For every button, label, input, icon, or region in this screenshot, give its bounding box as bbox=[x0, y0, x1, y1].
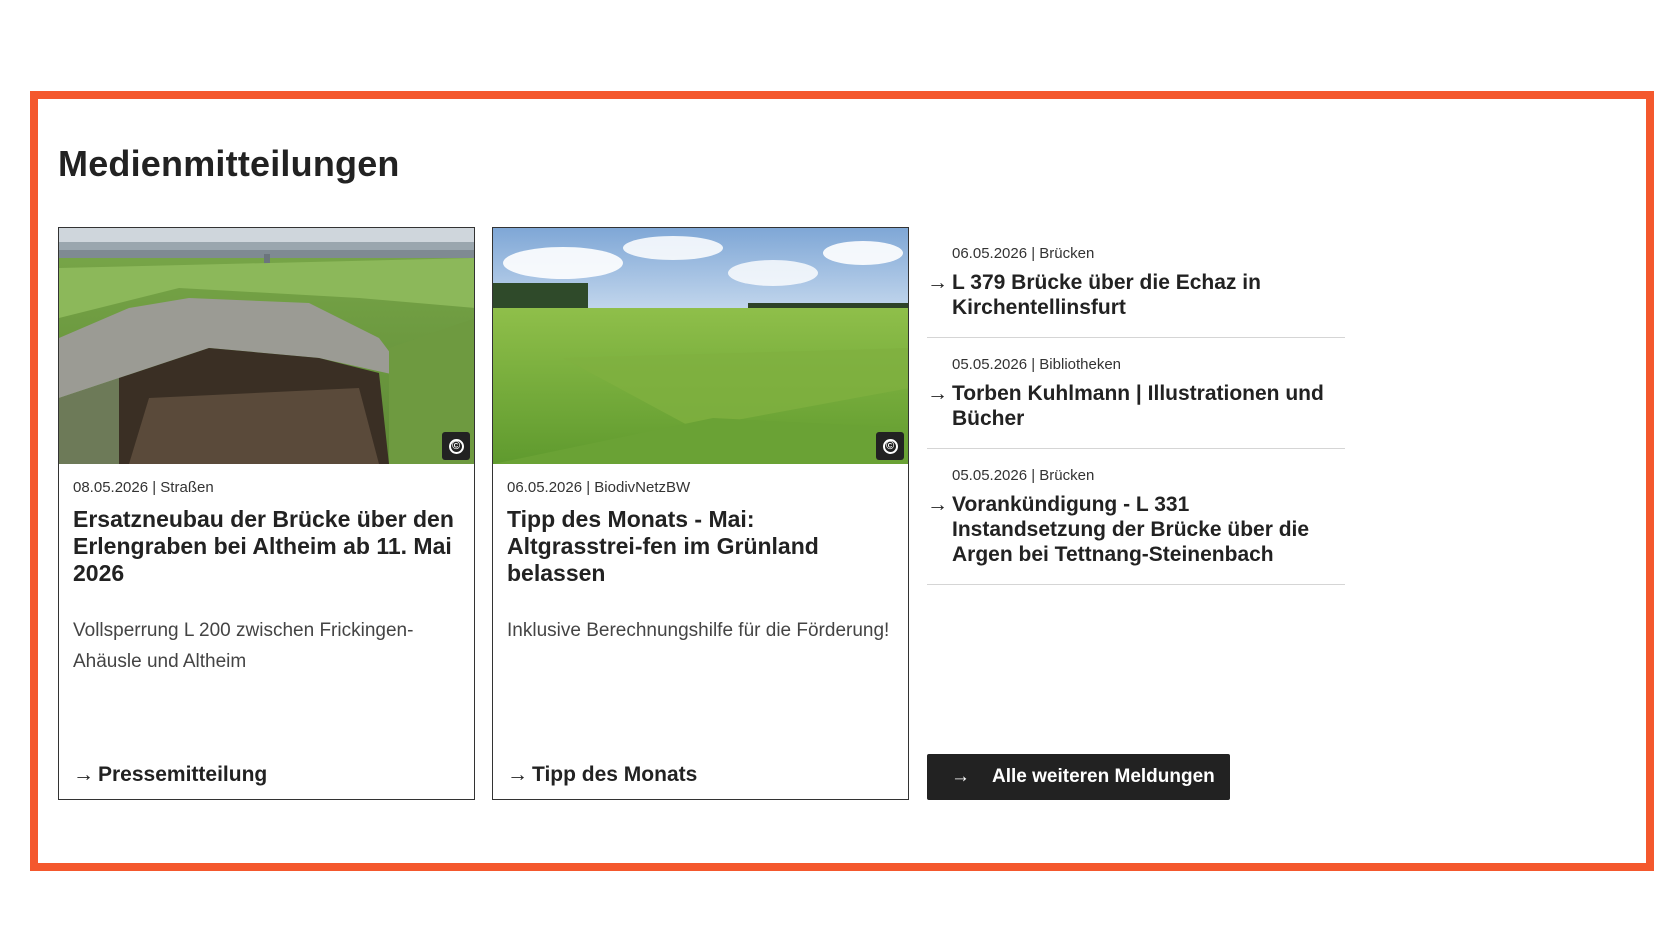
news-title: Vorankündigung - L 331 Instandsetzung de… bbox=[952, 493, 1310, 566]
card-teaser: Vollsperrung L 200 zwischen Frickingen-A… bbox=[73, 620, 414, 672]
card-image-bridge: © bbox=[59, 228, 474, 464]
news-item[interactable]: 06.05.2026 | Brücken → L 379 Brücke über… bbox=[927, 227, 1345, 338]
card-teaser: Inklusive Berechnungshilfe für die Förde… bbox=[507, 620, 890, 641]
card-link-pressemitteilung[interactable]: → Pressemitteilung bbox=[73, 763, 267, 787]
news-list: 06.05.2026 | Brücken → L 379 Brücke über… bbox=[927, 227, 1345, 585]
card-link-label: Pressemitteilung bbox=[98, 763, 268, 786]
card-title[interactable]: Tipp des Monats - Mai: Altgrasstrei-fen … bbox=[507, 506, 894, 587]
all-news-button-label: Alle weiteren Meldungen bbox=[992, 766, 1215, 787]
news-title-link[interactable]: → Vorankündigung - L 331 Instandsetzung … bbox=[927, 492, 1345, 567]
news-item[interactable]: 05.05.2026 | Brücken → Vorankündigung - … bbox=[927, 449, 1345, 585]
news-meta: 05.05.2026 | Brücken bbox=[952, 467, 1095, 484]
card-image-grassland: © bbox=[493, 228, 908, 464]
card-link-tipp-des-monats[interactable]: → Tipp des Monats bbox=[507, 763, 697, 787]
arrow-right-icon: → bbox=[73, 763, 94, 786]
news-item[interactable]: 05.05.2026 | Bibliotheken → Torben Kuhlm… bbox=[927, 338, 1345, 449]
news-title: L 379 Brücke über die Echaz in Kirchente… bbox=[952, 271, 1261, 319]
arrow-right-icon: → bbox=[951, 766, 970, 787]
arrow-right-icon: → bbox=[927, 493, 948, 516]
news-title: Torben Kuhlmann | Illustrationen und Büc… bbox=[952, 382, 1324, 430]
copyright-icon[interactable]: © bbox=[442, 432, 470, 460]
all-news-button[interactable]: → Alle weiteren Meldungen bbox=[927, 754, 1230, 800]
news-card-bridge[interactable]: © 08.05.2026 | Straßen Ersatzneubau der … bbox=[58, 227, 475, 800]
card-meta: 06.05.2026 | BiodivNetzBW bbox=[507, 479, 691, 496]
arrow-right-icon: → bbox=[927, 271, 948, 294]
news-meta: 05.05.2026 | Bibliotheken bbox=[952, 356, 1122, 373]
news-title-link[interactable]: → Torben Kuhlmann | Illustrationen und B… bbox=[927, 381, 1345, 431]
card-meta: 08.05.2026 | Straßen bbox=[73, 479, 214, 496]
news-meta: 06.05.2026 | Brücken bbox=[952, 245, 1095, 262]
card-link-label: Tipp des Monats bbox=[532, 763, 698, 786]
news-title-link[interactable]: → L 379 Brücke über die Echaz in Kirchen… bbox=[927, 270, 1345, 320]
section-title: Medienmitteilungen bbox=[58, 143, 400, 184]
copyright-icon[interactable]: © bbox=[876, 432, 904, 460]
news-card-grassland[interactable]: © 06.05.2026 | BiodivNetzBW Tipp des Mon… bbox=[492, 227, 909, 800]
card-title[interactable]: Ersatzneubau der Brücke über den Erlengr… bbox=[73, 506, 460, 587]
arrow-right-icon: → bbox=[507, 763, 528, 786]
arrow-right-icon: → bbox=[927, 382, 948, 405]
